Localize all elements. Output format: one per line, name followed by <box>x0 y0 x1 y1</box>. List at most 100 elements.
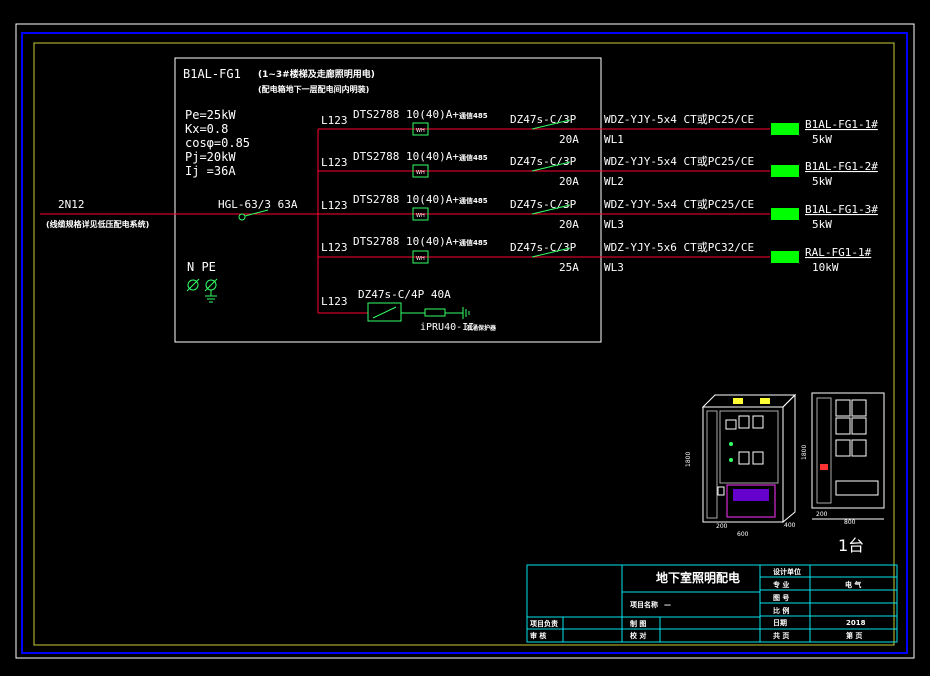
breaker-label: DZ47s-C/3P <box>510 113 577 126</box>
wl-label: WL3 <box>604 218 624 231</box>
cabinet-hinge-strip <box>706 410 718 519</box>
tb-drawing-no-label: 图 号 <box>773 593 789 602</box>
spd-breaker-label: DZ47s-C/4P 40A <box>358 288 451 301</box>
destination-block <box>771 165 799 177</box>
cabinet-nameplate <box>733 489 769 501</box>
breaker-rating: 25A <box>559 261 579 274</box>
cabinet-inner-frame <box>811 392 885 509</box>
tb-checked: 审 核 <box>530 631 546 640</box>
phase-label: L123 <box>321 156 348 169</box>
circuit-row-3: L123 DTS2788 10(40)A+ 通信485 WH DZ47s-C/3… <box>318 193 878 231</box>
cabinet-meter-2 <box>738 415 750 429</box>
dim-label-5: 200 <box>816 511 828 518</box>
breaker-rating: 20A <box>559 133 579 146</box>
tb-major-value: 电 气 <box>845 580 861 589</box>
cabinet-front-view: 200 600 400 1800 <box>685 393 797 538</box>
inner-meter-1 <box>835 399 851 417</box>
cabinet-meter-3 <box>752 415 764 429</box>
main-switch-label: HGL-63/3 63A <box>218 198 298 211</box>
tb-verified: 校 对 <box>630 631 646 640</box>
dim-label-1: 200 <box>716 523 728 530</box>
main-switch-symbol <box>238 209 269 221</box>
destination-power: 10kW <box>812 261 839 274</box>
tb-project-name-label: 项目名称 <box>630 600 658 609</box>
cabinet-lock <box>717 486 725 496</box>
meter-suffix: 通信485 <box>459 111 488 120</box>
drawing-canvas: B1AL-FG1 (1~3#楼梯及走廊照明用电) (配电箱地下一层配电间内明装)… <box>15 23 915 659</box>
destination-power: 5kW <box>812 218 832 231</box>
tb-project-name-value: — <box>664 601 671 609</box>
circuit-row-4: L123 DTS2788 10(40)A+ 通信485 WH DZ47s-C/3… <box>318 235 872 274</box>
breaker-rating: 20A <box>559 218 579 231</box>
tb-design-unit: 设计单位 <box>773 567 801 576</box>
inner-indicator <box>820 464 828 470</box>
title-block: 地下室照明配电 设计单位 专 业 电 气 图 号 比 例 项目名称 — 日期 2… <box>526 564 898 643</box>
inner-meter-6 <box>851 439 867 457</box>
tb-major-label: 专 业 <box>773 580 789 589</box>
spd-row: L123 DZ47s-C/4P 40A iPRU40-II 浪涌保护器 <box>318 288 497 333</box>
destination-block <box>771 208 799 220</box>
spd-device-symbol <box>424 308 446 317</box>
drawing-title: 地下室照明配电 <box>656 570 740 585</box>
param-kx: Kx=0.8 <box>185 122 228 136</box>
tb-project-lead: 项目负责 <box>530 619 558 628</box>
phase-label: L123 <box>321 241 348 254</box>
destination-power: 5kW <box>812 133 832 146</box>
incoming-note: (线缆规格详见低压配电系统) <box>46 219 149 229</box>
cabinet-vent-left <box>733 398 743 404</box>
inner-meter-4 <box>851 417 867 435</box>
cabinet-meter-1 <box>725 419 737 430</box>
breaker-label: DZ47s-C/3P <box>510 198 577 211</box>
dim-label-4: 1800 <box>685 452 692 467</box>
meter-symbol-label: WH <box>416 213 425 219</box>
yellow-frame <box>33 42 895 646</box>
tb-sheets-total: 共 页 <box>773 631 789 640</box>
cable-spec: WDZ-YJY-5x4 CT或PC25/CE <box>604 113 754 126</box>
dim-label-6: 800 <box>844 519 856 526</box>
spd-phase-label: L123 <box>321 295 348 308</box>
incoming-cable: 2N12 <box>58 198 85 211</box>
ne-label: N PE <box>187 260 216 274</box>
cabinet-meter-5 <box>752 451 764 465</box>
meter-suffix: 通信485 <box>459 196 488 205</box>
wl-label: WL2 <box>604 175 624 188</box>
meter-label: DTS2788 10(40)A+ <box>353 150 459 163</box>
meter-symbol-label: WH <box>416 170 425 176</box>
wl-label: WL3 <box>604 261 624 274</box>
cable-spec: WDZ-YJY-5x6 CT或PC32/CE <box>604 241 754 254</box>
destination-label: B1AL-FG1-3# <box>805 203 878 216</box>
meter-symbol-label: WH <box>416 128 425 134</box>
cabinet-side <box>782 393 796 524</box>
destination-label: B1AL-FG1-2# <box>805 160 878 173</box>
phase-label: L123 <box>321 114 348 127</box>
panel-note-1: (1~3#楼梯及走廊照明用电) <box>258 68 375 80</box>
circuit-row-1: L123 DTS2788 10(40)A+ 通信485 WH DZ47s-C/3… <box>318 108 878 146</box>
inner-meter-5 <box>835 439 851 457</box>
spd-breaker-symbol <box>372 306 397 319</box>
cabinet-quantity: 1台 <box>838 536 864 555</box>
dim-label-2: 600 <box>737 531 749 538</box>
destination-label: B1AL-FG1-1# <box>805 118 878 131</box>
meter-symbol-label: WH <box>416 256 425 262</box>
cabinet-vent-right <box>760 398 770 404</box>
circuit-row-2: L123 DTS2788 10(40)A+ 通信485 WH DZ47s-C/3… <box>318 150 878 188</box>
spd-device-suffix: 浪涌保护器 <box>466 324 497 332</box>
panel-name: B1AL-FG1 <box>183 67 241 81</box>
cable-spec: WDZ-YJY-5x4 CT或PC25/CE <box>604 155 754 168</box>
cabinet-indicator-1 <box>729 442 733 446</box>
dim-label-7: 1800 <box>801 445 808 460</box>
meter-label: DTS2788 10(40)A+ <box>353 108 459 121</box>
inner-breaker-row <box>835 480 879 496</box>
destination-block <box>771 251 799 263</box>
tb-date-value: 2018 <box>846 619 866 627</box>
cabinet-indicator-2 <box>729 458 733 462</box>
destination-label: RAL-FG1-1# <box>805 246 872 259</box>
param-pj: Pj=20kW <box>185 150 236 164</box>
cabinet-inner-rail <box>816 397 832 504</box>
destination-power: 5kW <box>812 175 832 188</box>
panel-note-2: (配电箱地下一层配电间内明装) <box>258 84 369 94</box>
inner-meter-2 <box>851 399 867 417</box>
breaker-label: DZ47s-C/3P <box>510 155 577 168</box>
meter-suffix: 通信485 <box>459 153 488 162</box>
cabinet-inner-view: 200 800 1800 1台 <box>801 392 885 555</box>
